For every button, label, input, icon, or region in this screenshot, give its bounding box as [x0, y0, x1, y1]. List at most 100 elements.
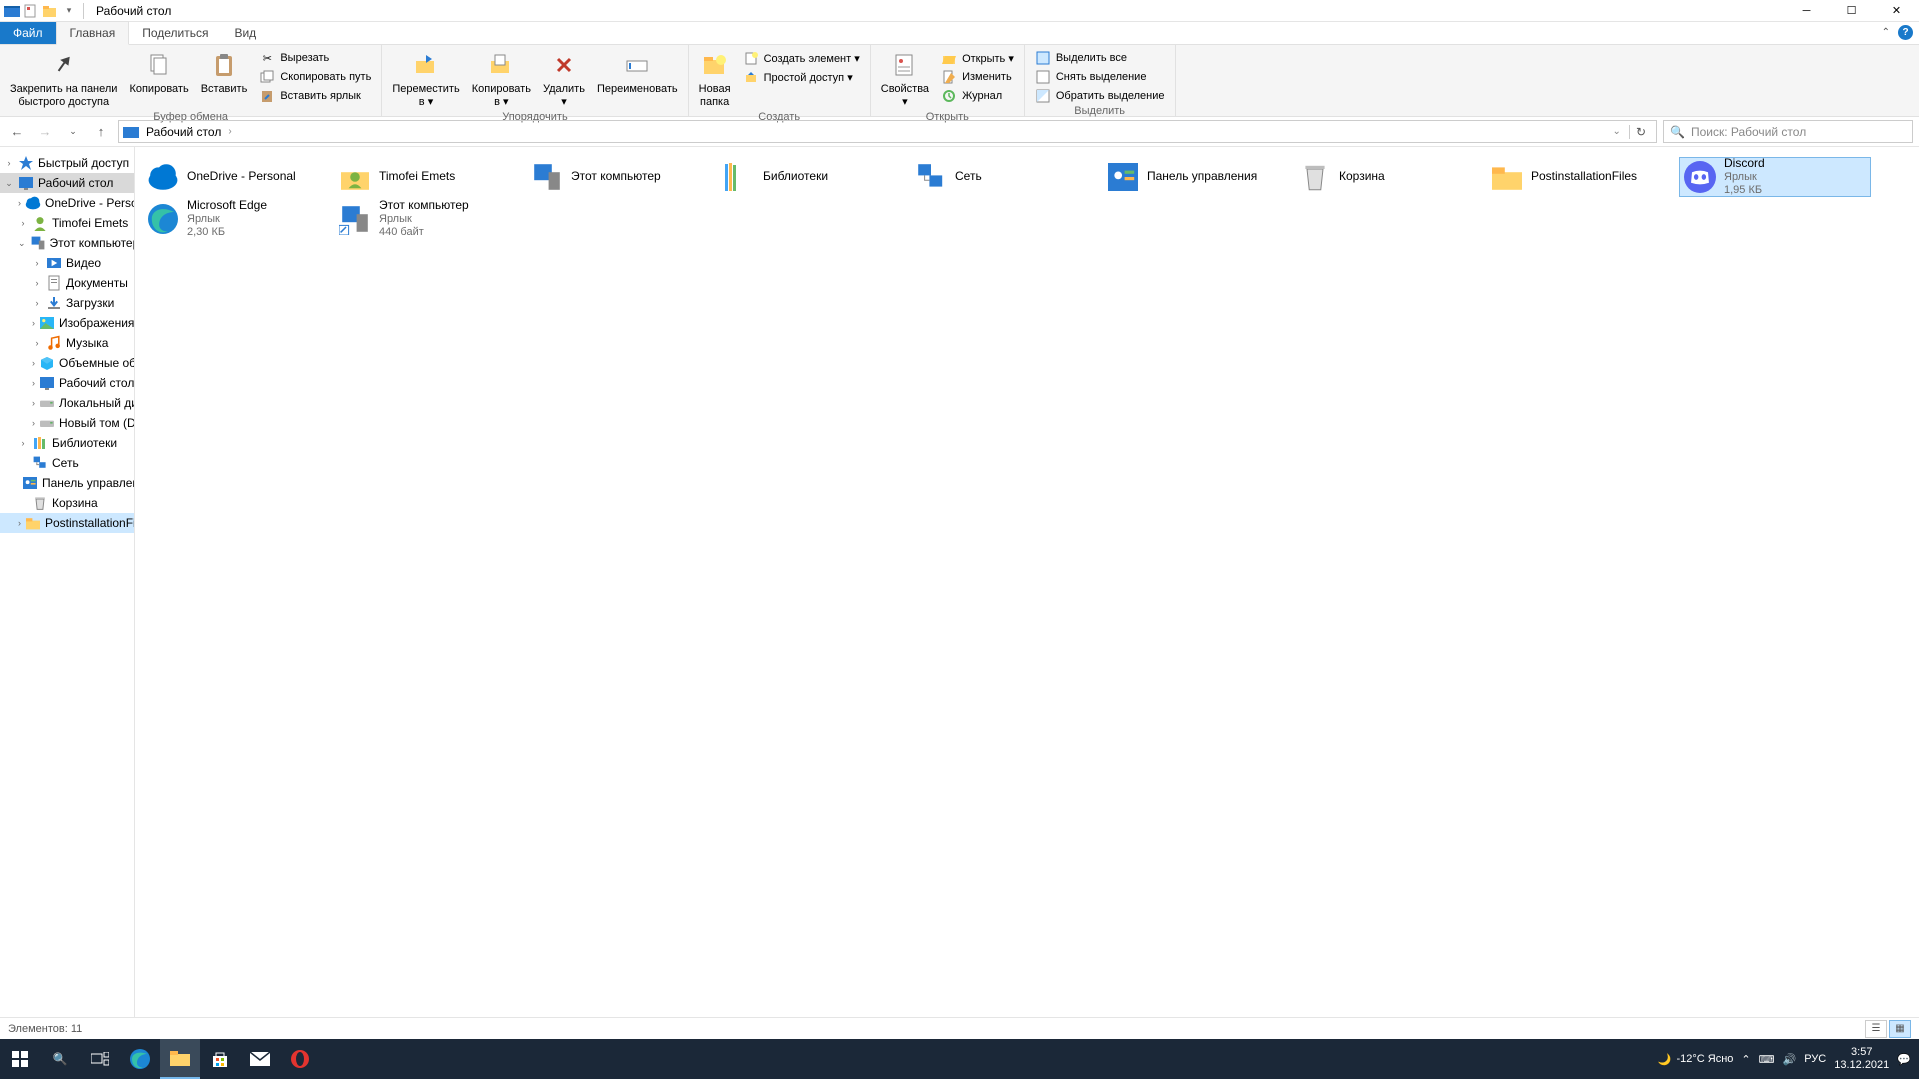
tree-item-изображения[interactable]: ›Изображения — [0, 313, 134, 333]
invertselect-button[interactable]: Обратить выделение — [1031, 87, 1169, 105]
tray-volume-icon[interactable]: 🔊 — [1783, 1053, 1797, 1066]
pin-quickaccess-button[interactable]: Закрепить на панели быстрого доступа — [6, 47, 121, 111]
tree-item-загрузки[interactable]: ›Загрузки — [0, 293, 134, 313]
taskbar-store-button[interactable] — [200, 1039, 240, 1079]
tab-file[interactable]: Файл — [0, 22, 56, 44]
tree-item-быстрый-доступ[interactable]: ›Быстрый доступ — [0, 153, 134, 173]
newfolder-button[interactable]: Новая папка — [695, 47, 735, 111]
tree-item-документы[interactable]: ›Документы — [0, 273, 134, 293]
item-postinstallationfiles[interactable]: PostinstallationFiles — [1487, 157, 1679, 197]
breadcrumb-chevron-icon[interactable]: › — [228, 126, 231, 137]
easyaccess-button[interactable]: Простой доступ ▾ — [739, 68, 864, 86]
items-view[interactable]: OneDrive - PersonalTimofei EmetsЭтот ком… — [135, 147, 1919, 1017]
tree-chevron-icon[interactable]: › — [32, 378, 35, 388]
start-button[interactable] — [0, 1039, 40, 1079]
nav-back-button[interactable]: ← — [6, 121, 28, 143]
nav-tree[interactable]: ›Быстрый доступ⌄Рабочий стол›OneDrive - … — [0, 147, 135, 1017]
tree-item-музыка[interactable]: ›Музыка — [0, 333, 134, 353]
tree-item-библиотеки[interactable]: ›Библиотеки — [0, 433, 134, 453]
copypath-button[interactable]: Скопировать путь — [255, 68, 375, 86]
tab-view[interactable]: Вид — [221, 22, 269, 44]
tree-chevron-icon[interactable]: › — [18, 438, 28, 448]
tray-clock[interactable]: 3:57 13.12.2021 — [1834, 1046, 1889, 1072]
taskbar-opera-button[interactable] — [280, 1039, 320, 1079]
tree-item-локальный-диск-c-[interactable]: ›Локальный диск (C:) — [0, 393, 134, 413]
cut-button[interactable]: ✂Вырезать — [255, 49, 375, 67]
history-button[interactable]: Журнал — [937, 87, 1018, 105]
item-корзина[interactable]: Корзина — [1295, 157, 1487, 197]
tab-share[interactable]: Поделиться — [129, 22, 221, 44]
tree-chevron-icon[interactable]: › — [32, 398, 35, 408]
maximize-button[interactable]: ☐ — [1829, 0, 1874, 22]
taskbar-mail-button[interactable] — [240, 1039, 280, 1079]
address-bar[interactable]: Рабочий стол › ⌄ ↻ — [118, 120, 1657, 143]
tray-chevron-icon[interactable]: ⌃ — [1741, 1053, 1750, 1066]
taskview-button[interactable] — [80, 1039, 120, 1079]
qat-newfolder-icon[interactable] — [42, 3, 58, 19]
tree-chevron-icon[interactable]: › — [18, 198, 21, 208]
tree-chevron-icon[interactable]: › — [32, 278, 42, 288]
edit-button[interactable]: Изменить — [937, 68, 1018, 86]
tree-item-timofei-emets[interactable]: ›Timofei Emets — [0, 213, 134, 233]
item-этот-компьютер[interactable]: Этот компьютер — [527, 157, 719, 197]
tree-chevron-icon[interactable]: ⌄ — [18, 238, 26, 249]
selectall-button[interactable]: Выделить все — [1031, 49, 1169, 67]
tree-chevron-icon[interactable]: › — [18, 518, 21, 528]
item-панель-управления[interactable]: Панель управления — [1103, 157, 1295, 197]
tree-item-корзина[interactable]: Корзина — [0, 493, 134, 513]
open-button[interactable]: Открыть ▾ — [937, 49, 1018, 67]
copyto-button[interactable]: Копировать в ▾ — [468, 47, 535, 111]
tree-item-рабочий-стол[interactable]: ›Рабочий стол — [0, 373, 134, 393]
tree-item-onedrive-personal[interactable]: ›OneDrive - Personal — [0, 193, 134, 213]
item-библиотеки[interactable]: Библиотеки — [719, 157, 911, 197]
tree-item-панель-управления[interactable]: Панель управления — [0, 473, 134, 493]
minimize-button[interactable]: ─ — [1784, 0, 1829, 22]
weather-widget[interactable]: 🌙-12°C Ясно — [1658, 1053, 1734, 1066]
view-details-button[interactable]: ☰ — [1865, 1020, 1887, 1038]
tree-chevron-icon[interactable]: › — [4, 158, 14, 168]
tree-item-сеть[interactable]: Сеть — [0, 453, 134, 473]
tree-item-видео[interactable]: ›Видео — [0, 253, 134, 273]
rename-button[interactable]: Переименовать — [593, 47, 682, 98]
tree-item-этот-компьютер[interactable]: ⌄Этот компьютер — [0, 233, 134, 253]
taskbar-explorer-button[interactable] — [160, 1039, 200, 1079]
tree-chevron-icon[interactable]: › — [32, 338, 42, 348]
search-input[interactable]: 🔍 Поиск: Рабочий стол — [1663, 120, 1913, 143]
item-сеть[interactable]: Сеть — [911, 157, 1103, 197]
taskbar-edge-button[interactable] — [120, 1039, 160, 1079]
address-history-icon[interactable]: ⌄ — [1607, 126, 1627, 137]
item-discord[interactable]: DiscordЯрлык1,95 КБ — [1679, 157, 1871, 197]
nav-forward-button[interactable]: → — [34, 121, 56, 143]
newitem-button[interactable]: Создать элемент ▾ — [739, 49, 864, 67]
close-button[interactable]: ✕ — [1874, 0, 1919, 22]
tray-language[interactable]: РУС — [1804, 1053, 1826, 1065]
paste-button[interactable]: Вставить — [197, 47, 252, 98]
help-icon[interactable]: ? — [1898, 25, 1913, 40]
tree-chevron-icon[interactable]: › — [32, 258, 42, 268]
item-onedrive-personal[interactable]: OneDrive - Personal — [143, 157, 335, 197]
tree-chevron-icon[interactable]: › — [18, 218, 28, 228]
tree-item-объемные-объекты[interactable]: ›Объемные объекты — [0, 353, 134, 373]
tray-notifications-icon[interactable]: 💬 — [1897, 1053, 1911, 1066]
tree-item-новый-том-d-[interactable]: ›Новый том (D:) — [0, 413, 134, 433]
tree-chevron-icon[interactable]: › — [32, 298, 42, 308]
nav-recent-button[interactable]: ⌄ — [62, 121, 84, 143]
tree-chevron-icon[interactable]: › — [32, 358, 35, 368]
selectnone-button[interactable]: Снять выделение — [1031, 68, 1169, 86]
tree-chevron-icon[interactable]: › — [32, 318, 35, 328]
ribbon-collapse-icon[interactable]: ⌃ — [1882, 27, 1890, 38]
tab-home[interactable]: Главная — [56, 21, 130, 45]
refresh-button[interactable]: ↻ — [1629, 125, 1652, 139]
tree-chevron-icon[interactable]: ⌄ — [4, 178, 14, 189]
view-tiles-button[interactable]: ▦ — [1889, 1020, 1911, 1038]
tree-item-рабочий-стол[interactable]: ⌄Рабочий стол — [0, 173, 134, 193]
tree-chevron-icon[interactable]: › — [32, 418, 35, 428]
item-timofei-emets[interactable]: Timofei Emets — [335, 157, 527, 197]
tree-item-postinstallationfiles[interactable]: ›PostinstallationFiles — [0, 513, 134, 533]
item-этот-компьютер[interactable]: Этот компьютерЯрлык440 байт — [335, 199, 527, 239]
qat-dropdown-icon[interactable]: ▾ — [61, 3, 77, 19]
tray-keyboard-icon[interactable]: ⌨ — [1759, 1053, 1775, 1066]
pastelink-button[interactable]: Вставить ярлык — [255, 87, 375, 105]
breadcrumb-segment[interactable]: Рабочий стол — [143, 124, 224, 140]
taskbar-search-button[interactable]: 🔍 — [40, 1039, 80, 1079]
